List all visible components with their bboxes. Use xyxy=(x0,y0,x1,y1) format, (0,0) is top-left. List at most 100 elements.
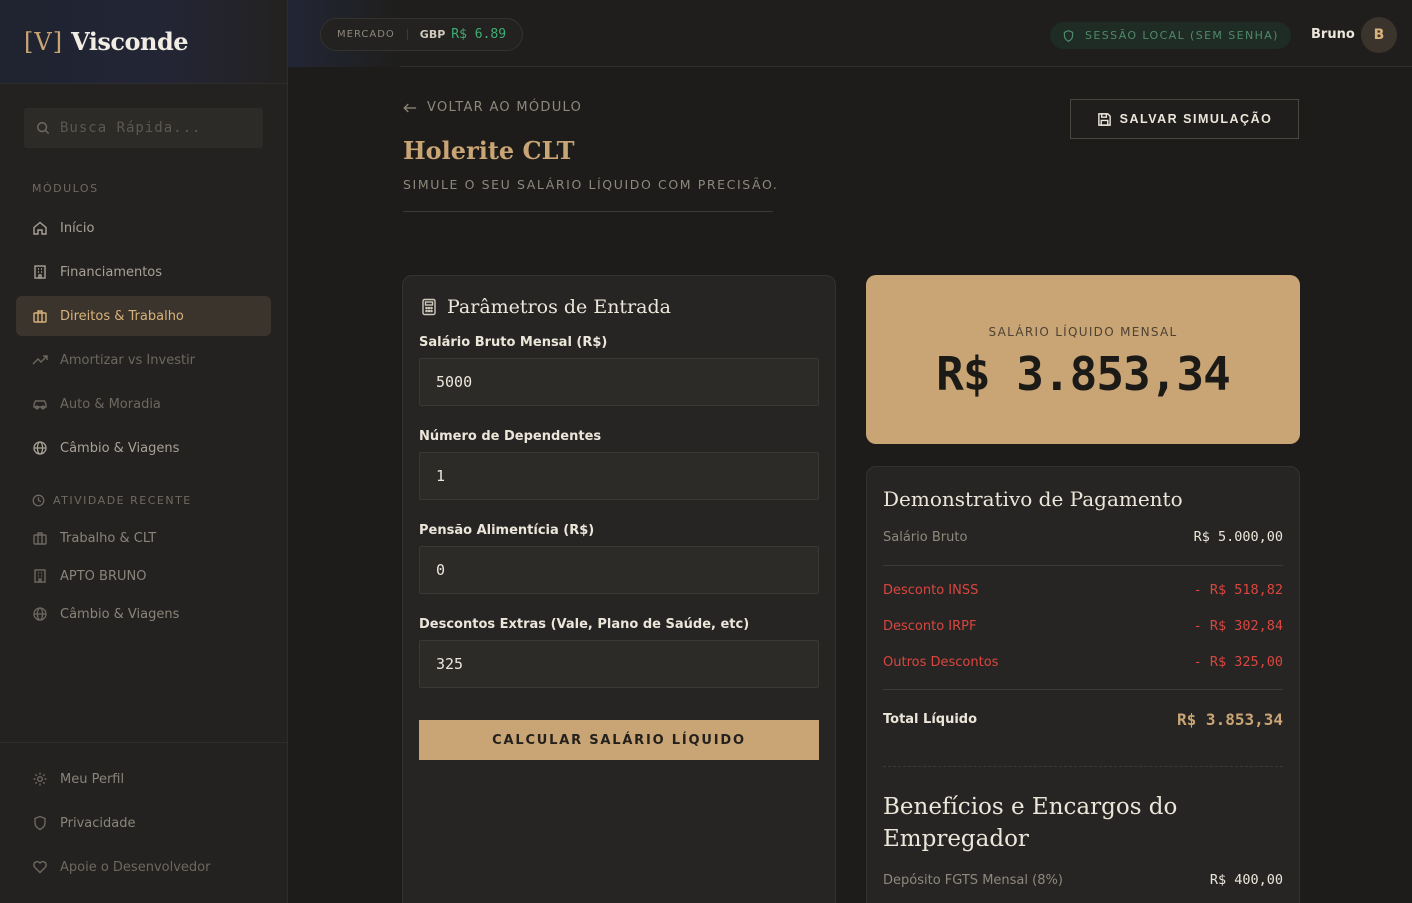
recent-item-apto-bruno[interactable]: APTO BRUNO xyxy=(16,556,271,596)
search-input[interactable] xyxy=(60,120,250,136)
row-label: Desconto IRPF xyxy=(883,618,977,634)
recent-item-trabalho-clt[interactable]: Trabalho & CLT xyxy=(16,518,271,558)
session-badge: SESSÃO LOCAL (SEM SENHA) xyxy=(1050,22,1291,49)
card-title: Parâmetros de Entrada xyxy=(421,296,671,318)
gross-salary-input[interactable] xyxy=(419,358,819,406)
sidebar: [V] Visconde MÓDULOS Início Financiament… xyxy=(0,0,288,903)
calculator-icon xyxy=(422,298,436,316)
net-salary-card: SALÁRIO LÍQUIDO MENSAL R$ 3.853,34 xyxy=(866,275,1300,444)
extra-deductions-input[interactable] xyxy=(419,640,819,688)
sidebar-item-label: Início xyxy=(60,220,95,236)
recent-item-label: Trabalho & CLT xyxy=(60,530,157,546)
brand-logo[interactable]: [V] Visconde xyxy=(0,0,287,84)
alimony-input[interactable] xyxy=(419,546,819,594)
row-label: Depósito FGTS Mensal (8%) xyxy=(883,872,1063,888)
footer-item-label: Apoie o Desenvolvedor xyxy=(60,859,211,875)
sidebar-item-apoie[interactable]: Apoie o Desenvolvedor xyxy=(16,847,271,887)
brand-mark: [V] xyxy=(24,27,64,56)
divider xyxy=(403,211,773,212)
briefcase-icon xyxy=(33,532,47,545)
save-simulation-button[interactable]: SALVAR SIMULAÇÃO xyxy=(1070,99,1299,139)
gross-salary-label: Salário Bruto Mensal (R$) xyxy=(419,335,608,350)
clock-icon xyxy=(32,494,45,507)
row-value: - R$ 325,00 xyxy=(1193,654,1283,670)
benefits-title: Benefícios e Encargos do Empregador xyxy=(883,794,1178,852)
save-button-label: SALVAR SIMULAÇÃO xyxy=(1119,112,1273,126)
globe-icon xyxy=(33,441,47,455)
row-value: R$ 400,00 xyxy=(1209,872,1283,888)
market-ticker[interactable]: MERCADO GBP R$ 6.89 xyxy=(320,18,524,51)
building-icon xyxy=(34,569,46,583)
brand-name: Visconde xyxy=(71,27,189,56)
row-value: R$ 5.000,00 xyxy=(1193,529,1283,545)
sidebar-item-label: Auto & Moradia xyxy=(60,396,161,412)
sidebar-item-amortizar[interactable]: Amortizar vs Investir xyxy=(16,340,271,380)
arrow-left-icon xyxy=(403,103,417,112)
recent-item-label: Câmbio & Viagens xyxy=(60,606,180,622)
net-total-row: Total Líquido R$ 3.853,34 xyxy=(883,710,1283,729)
page-title: Holerite CLT xyxy=(403,136,575,165)
other-deductions-row: Outros Descontos - R$ 325,00 xyxy=(883,654,1283,670)
back-link-label: VOLTAR AO MÓDULO xyxy=(427,100,583,115)
back-to-module-link[interactable]: VOLTAR AO MÓDULO xyxy=(403,100,582,115)
gross-salary-row: Salário Bruto R$ 5.000,00 xyxy=(883,529,1283,545)
row-value: - R$ 518,82 xyxy=(1193,582,1283,598)
briefcase-icon xyxy=(33,310,47,323)
sidebar-item-auto-moradia[interactable]: Auto & Moradia xyxy=(16,384,271,424)
recent-section-text: ATIVIDADE RECENTE xyxy=(53,494,192,507)
irpf-deduction-row: Desconto IRPF - R$ 302,84 xyxy=(883,618,1283,634)
shield-icon xyxy=(34,815,46,831)
recent-item-label: APTO BRUNO xyxy=(60,568,147,584)
row-value: - R$ 302,84 xyxy=(1193,618,1283,634)
sidebar-item-financiamentos[interactable]: Financiamentos xyxy=(16,252,271,292)
divider xyxy=(883,766,1283,767)
extra-deductions-label: Descontos Extras (Vale, Plano de Saúde, … xyxy=(419,617,750,632)
building-icon xyxy=(34,265,46,279)
row-label: Salário Bruto xyxy=(883,529,968,545)
user-name[interactable]: Bruno xyxy=(1311,27,1355,42)
row-label: Desconto INSS xyxy=(883,582,979,598)
sidebar-item-inicio[interactable]: Início xyxy=(16,208,271,248)
market-rate: R$ 6.89 xyxy=(451,27,507,42)
page-subtitle: SIMULE O SEU SALÁRIO LÍQUIDO COM PRECISÃ… xyxy=(403,177,779,192)
gear-icon xyxy=(33,772,47,786)
search-box[interactable] xyxy=(24,108,263,148)
row-value: R$ 3.853,34 xyxy=(1177,710,1283,729)
sidebar-item-label: Amortizar vs Investir xyxy=(60,352,196,368)
dependents-input[interactable] xyxy=(419,452,819,500)
net-salary-label: SALÁRIO LÍQUIDO MENSAL xyxy=(988,325,1178,339)
sidebar-footer: Meu Perfil Privacidade Apoie o Desenvolv… xyxy=(0,742,288,903)
globe-icon xyxy=(33,607,47,621)
footer-item-label: Meu Perfil xyxy=(60,771,125,787)
heart-icon xyxy=(33,860,47,874)
calculate-button[interactable]: CALCULAR SALÁRIO LÍQUIDO xyxy=(419,720,819,760)
statement-title: Demonstrativo de Pagamento xyxy=(883,487,1183,511)
alimony-label: Pensão Alimentícia (R$) xyxy=(419,523,595,538)
divider xyxy=(883,689,1283,690)
row-label: Total Líquido xyxy=(883,712,978,727)
sidebar-item-privacidade[interactable]: Privacidade xyxy=(16,803,271,843)
shield-icon xyxy=(1063,29,1074,42)
market-label: MERCADO xyxy=(337,29,408,40)
dependents-label: Número de Dependentes xyxy=(419,429,602,444)
save-icon xyxy=(1097,112,1111,126)
payment-statement-card: Demonstrativo de Pagamento Salário Bruto… xyxy=(866,466,1300,903)
sidebar-item-cambio-viagens[interactable]: Câmbio & Viagens xyxy=(16,428,271,468)
row-label: Outros Descontos xyxy=(883,654,999,670)
search-icon xyxy=(37,122,50,135)
avatar[interactable]: B xyxy=(1361,17,1397,53)
session-text: SESSÃO LOCAL (SEM SENHA) xyxy=(1085,29,1279,42)
footer-item-label: Privacidade xyxy=(60,815,136,831)
home-icon xyxy=(33,221,47,235)
recent-section-label: ATIVIDADE RECENTE xyxy=(32,494,192,507)
sidebar-item-label: Direitos & Trabalho xyxy=(60,308,184,324)
sidebar-item-direitos-trabalho[interactable]: Direitos & Trabalho xyxy=(16,296,271,336)
sidebar-item-meu-perfil[interactable]: Meu Perfil xyxy=(16,759,271,799)
net-salary-value: R$ 3.853,34 xyxy=(936,347,1231,401)
sidebar-item-label: Financiamentos xyxy=(60,264,163,280)
recent-item-cambio-viagens[interactable]: Câmbio & Viagens xyxy=(16,594,271,634)
input-parameters-card: Parâmetros de Entrada Salário Bruto Mens… xyxy=(402,275,836,903)
market-currency: GBP xyxy=(419,28,446,41)
topbar: MERCADO GBP R$ 6.89 SESSÃO LOCAL (SEM SE… xyxy=(288,0,1412,67)
trending-up-icon xyxy=(32,355,48,365)
